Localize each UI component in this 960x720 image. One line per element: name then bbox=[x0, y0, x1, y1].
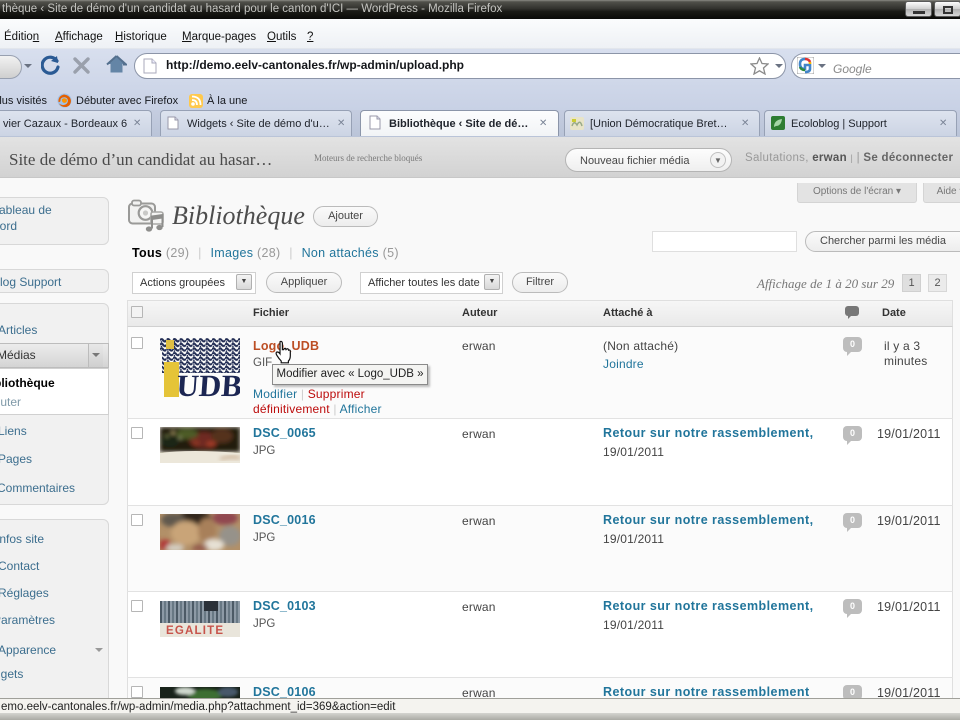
svg-text:EGALITE: EGALITE bbox=[166, 625, 224, 637]
svg-text:UDB: UDB bbox=[175, 368, 240, 400]
